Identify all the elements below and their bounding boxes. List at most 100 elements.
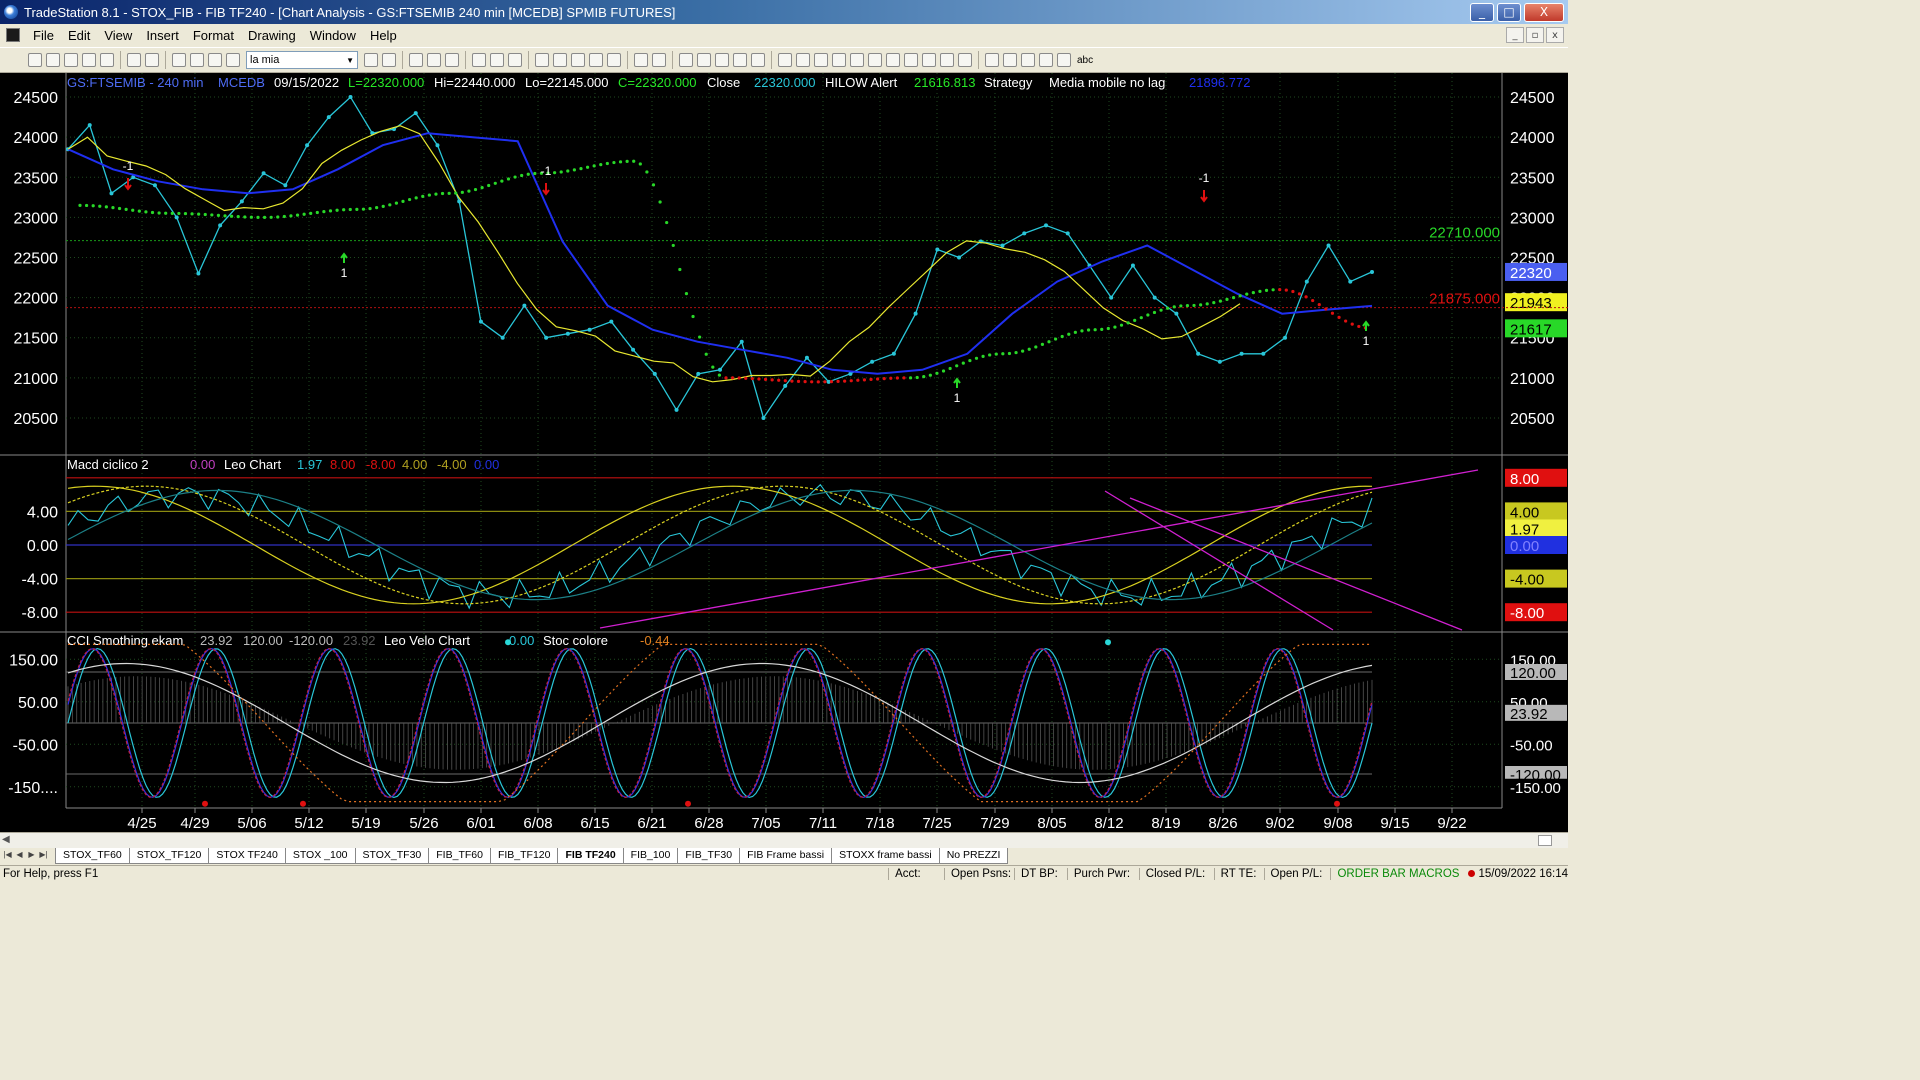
search-symbol-icon[interactable] [382,53,396,67]
ellipse-icon[interactable] [1039,53,1053,67]
tools-icon[interactable] [715,53,729,67]
chart-document-icon[interactable] [6,28,20,42]
gann-fan-icon[interactable] [886,53,900,67]
sheet-tab[interactable]: FIB_TF30 [677,848,741,864]
trendline-icon[interactable] [778,53,792,67]
time-label: 7/11 [809,815,837,832]
lock-icon[interactable] [208,53,222,67]
radar-icon[interactable] [427,53,441,67]
folder-icon[interactable] [100,53,114,67]
arrow-up-blue-icon[interactable] [1021,53,1035,67]
zoom-in-icon[interactable] [634,53,648,67]
horizontal-line-icon[interactable] [814,53,828,67]
regression-icon[interactable] [922,53,936,67]
sheet-tab[interactable]: STOXX frame bassi [831,848,940,864]
menu-format[interactable]: Format [186,28,241,43]
bar-chart-icon[interactable] [553,53,567,67]
mdi-close-button[interactable]: x [1546,27,1564,43]
hilow-dot [1047,340,1051,344]
first-tab-icon[interactable]: |◀ [2,850,13,862]
hilow-dot [1001,352,1005,356]
sheet-tab[interactable]: STOX _100 [284,848,356,864]
new-icon[interactable] [28,53,42,67]
sheet-tab[interactable]: No PREZZI [938,848,1009,864]
format-icon[interactable] [535,53,549,67]
alert-icon[interactable] [733,53,747,67]
symbol-dropdown[interactable]: la mia ▼ [246,51,358,69]
next-tab-icon[interactable]: ▶ [26,850,37,862]
save-all-icon[interactable] [82,53,96,67]
candlestick-icon[interactable] [571,53,585,67]
sheet-tab-active[interactable]: FIB TF240 [557,848,624,864]
grid-icon[interactable] [445,53,459,67]
save-icon[interactable] [64,53,78,67]
signal-label: 1 [954,391,961,405]
indicator-icon[interactable] [472,53,486,67]
open-icon[interactable] [46,53,60,67]
fibonacci-icon[interactable] [850,53,864,67]
stoc-extreme-dot [1105,639,1111,646]
cci-v4: 23.92 [343,633,376,648]
prev-tab-icon[interactable]: ◀ [14,850,25,862]
menu-view[interactable]: View [97,28,139,43]
sheet-tab[interactable]: STOX_TF30 [354,848,430,864]
cci-stoc: Stoc colore [543,633,608,648]
workspace-icon[interactable] [172,53,186,67]
maximize-button[interactable]: □ [1497,2,1521,22]
speed-lines-icon[interactable] [868,53,882,67]
print-icon[interactable] [127,53,141,67]
menu-help[interactable]: Help [363,28,404,43]
horizontal-scrollbar[interactable]: ◀ [0,832,1568,848]
window-icon[interactable] [190,53,204,67]
close-button[interactable]: X [1524,2,1564,22]
pen-icon[interactable] [958,53,972,67]
mdi-restore-button[interactable]: ▫ [1526,27,1544,43]
menu-window[interactable]: Window [303,28,363,43]
scroll-thumb[interactable] [1538,835,1552,846]
hilow-dot [210,213,214,217]
hilow-dot [434,192,438,196]
arc-icon[interactable] [940,53,954,67]
status-macros[interactable]: ORDER BAR MACROS [1330,868,1465,880]
vertical-line-icon[interactable] [832,53,846,67]
menu-edit[interactable]: Edit [61,28,97,43]
text-tool[interactable]: abc [1077,55,1093,66]
arrow-up-icon[interactable] [985,53,999,67]
sheet-tab[interactable]: STOX_TF120 [128,848,210,864]
sheet-tab[interactable]: FIB Frame bassi [739,848,833,864]
sheet-tab[interactable]: FIB_TF120 [489,848,559,864]
arrow-right-icon[interactable] [364,53,378,67]
bars-icon[interactable] [607,53,621,67]
data-window-icon[interactable] [697,53,711,67]
menu-insert[interactable]: Insert [139,28,186,43]
chart-svg[interactable]: GS:FTSEMIB - 240 min MCEDB 09/15/2022 L=… [0,73,1568,837]
scanner-icon[interactable] [508,53,522,67]
print-preview-icon[interactable] [145,53,159,67]
sheet-tab[interactable]: FIB_100 [622,848,679,864]
macd-v1: 0.00 [190,457,215,472]
time-label: 9/08 [1323,815,1352,832]
sheet-tab[interactable]: STOX TF240 [208,848,286,864]
zoom-out-icon[interactable] [652,53,666,67]
chart-window-icon[interactable] [409,53,423,67]
pointer-icon[interactable] [679,53,693,67]
menu-drawing[interactable]: Drawing [241,28,303,43]
notes-icon[interactable] [751,53,765,67]
mdi-minimize-button[interactable]: _ [1506,27,1524,43]
strategy-icon[interactable] [490,53,504,67]
sheet-tab[interactable]: STOX_TF60 [55,848,130,864]
globe-icon[interactable] [226,53,240,67]
channel-icon[interactable] [796,53,810,67]
minimize-button[interactable]: _ [1470,2,1494,22]
scroll-left-icon[interactable]: ◀ [2,834,10,845]
price-point [587,327,592,332]
sheet-tab[interactable]: FIB_TF60 [428,848,491,864]
line-chart-icon[interactable] [589,53,603,67]
menu-file[interactable]: File [26,28,61,43]
last-tab-icon[interactable]: ▶| [38,850,49,862]
chart-analysis-area[interactable]: GS:FTSEMIB - 240 min MCEDB 09/15/2022 L=… [0,73,1568,837]
hilow-dot [157,211,161,215]
andrews-pitchfork-icon[interactable] [904,53,918,67]
rectangle-icon[interactable] [1057,53,1071,67]
arrow-down-icon[interactable] [1003,53,1017,67]
